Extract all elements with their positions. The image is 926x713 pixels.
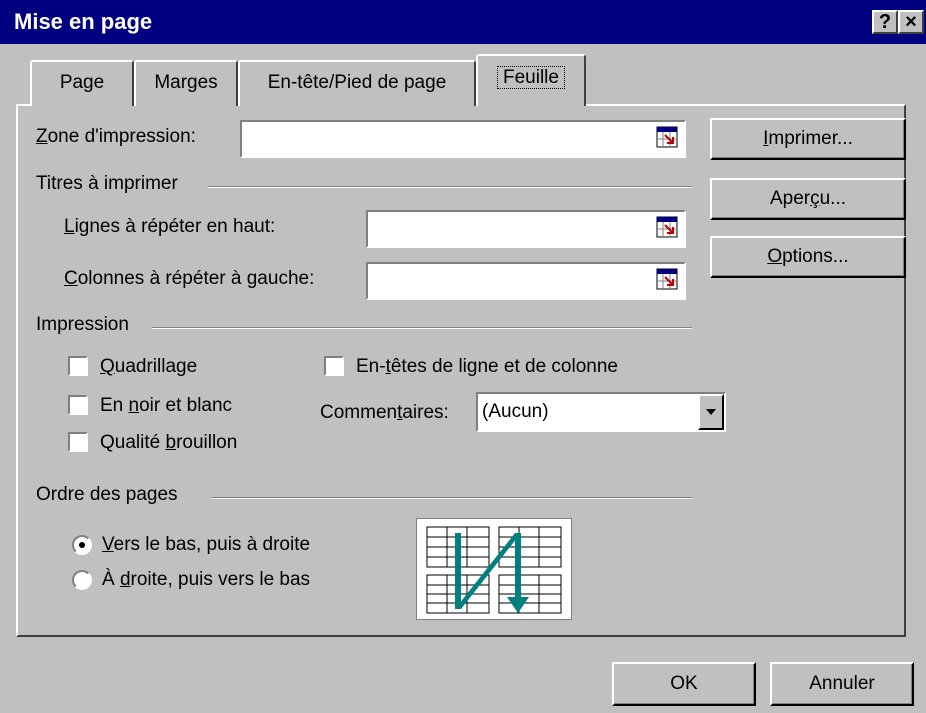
row-col-headings-checkbox[interactable] (324, 356, 344, 376)
print-button[interactable]: Imprimer... (710, 118, 906, 160)
rows-repeat-label: Lignes à répéter en haut: (64, 216, 276, 237)
dropdown-arrow-icon[interactable] (698, 394, 724, 430)
close-button[interactable]: × (898, 10, 924, 34)
tab-page[interactable]: Page (30, 60, 134, 106)
help-button[interactable]: ? (872, 10, 898, 34)
separator (152, 327, 692, 329)
page-order-preview (416, 518, 572, 620)
comments-select-value: (Aucun) (482, 401, 549, 422)
rows-repeat-input[interactable] (366, 210, 686, 248)
preview-button[interactable]: Aperçu... (710, 178, 906, 220)
down-then-over-label: Vers le bas, puis à droite (102, 534, 311, 555)
range-picker-icon[interactable] (656, 126, 680, 150)
down-then-over-radio[interactable] (72, 535, 92, 555)
impression-group-label: Impression (36, 314, 129, 335)
tab-header-footer[interactable]: En-tête/Pied de page (238, 60, 476, 106)
ok-button[interactable]: OK (612, 662, 756, 706)
draft-quality-checkbox[interactable] (68, 432, 88, 452)
gridlines-label: Quadrillage (100, 356, 198, 377)
separator (208, 186, 692, 188)
row-col-headings-label: En-têtes de ligne et de colonne (356, 356, 618, 377)
range-picker-icon[interactable] (656, 216, 680, 240)
over-then-down-radio[interactable] (72, 570, 92, 590)
page-order-group-label: Ordre des pages (36, 484, 178, 505)
print-titles-group-label: Titres à imprimer (36, 173, 178, 194)
options-button[interactable]: Options... (710, 236, 906, 278)
range-picker-icon[interactable] (656, 268, 680, 292)
print-area-input[interactable] (240, 120, 686, 158)
cols-repeat-input[interactable] (366, 262, 686, 300)
tab-sheet[interactable]: Feuille (476, 54, 586, 106)
radio-selected-dot (79, 542, 85, 548)
gridlines-checkbox[interactable] (68, 356, 88, 376)
black-white-checkbox[interactable] (68, 395, 88, 415)
comments-select[interactable]: (Aucun) (476, 392, 726, 432)
separator (212, 497, 692, 499)
title-bar: Mise en page ? × (0, 0, 926, 44)
cols-repeat-label: Colonnes à répéter à gauche: (64, 268, 315, 289)
print-area-label: Zone d'impression: (36, 126, 196, 147)
cancel-button[interactable]: Annuler (770, 662, 914, 706)
tab-margins[interactable]: Marges (134, 60, 238, 106)
over-then-down-label: À droite, puis vers le bas (102, 569, 311, 590)
comments-label: Commentaires: (320, 402, 449, 423)
window-title: Mise en page (14, 9, 153, 34)
draft-quality-label: Qualité brouillon (100, 432, 238, 453)
black-white-label: En noir et blanc (100, 395, 233, 416)
